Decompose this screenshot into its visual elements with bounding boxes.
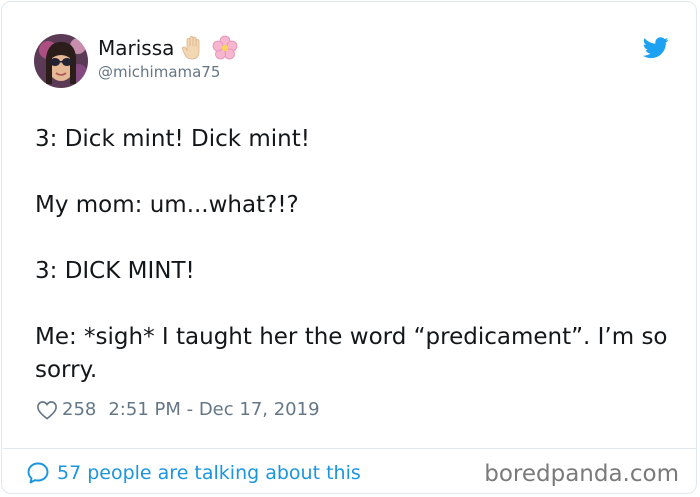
watermark: boredpanda.com bbox=[484, 461, 679, 487]
like-button[interactable]: 258 bbox=[36, 399, 96, 420]
author-handle[interactable]: @michimama75 bbox=[98, 63, 220, 81]
tweet-timestamp[interactable]: 2:51 PM - Dec 17, 2019 bbox=[108, 399, 319, 420]
tweet-text: 3: Dick mint! Dick mint! My mom: um...wh… bbox=[35, 123, 675, 387]
heart-icon bbox=[37, 400, 57, 420]
like-count: 258 bbox=[62, 399, 97, 420]
tweet-line: 3: Dick mint! Dick mint! bbox=[35, 126, 310, 152]
twitter-bird-icon[interactable] bbox=[643, 37, 669, 59]
tweet-card: Marissa @michimama75 3: Dick mint! Dick … bbox=[1, 1, 697, 494]
avatar[interactable] bbox=[34, 34, 88, 88]
conversation-link[interactable]: 57 people are talking about this bbox=[26, 461, 361, 485]
tweet-line: My mom: um...what?!? bbox=[35, 192, 299, 218]
divider bbox=[3, 448, 697, 449]
conversation-label[interactable]: 57 people are talking about this bbox=[57, 462, 361, 484]
avatar-image bbox=[34, 34, 88, 88]
tweet-line: 3: DICK MINT! bbox=[35, 258, 195, 284]
cherry-blossom-icon bbox=[212, 35, 238, 61]
tweet-line: Me: *sigh* I taught her the word “predic… bbox=[35, 324, 668, 383]
author-name-row[interactable]: Marissa bbox=[98, 35, 238, 61]
author-display-name[interactable]: Marissa bbox=[98, 36, 174, 60]
speech-bubble-icon bbox=[27, 462, 49, 484]
raised-hand-icon bbox=[180, 35, 206, 61]
tweet-meta: 258 2:51 PM - Dec 17, 2019 bbox=[36, 399, 320, 420]
